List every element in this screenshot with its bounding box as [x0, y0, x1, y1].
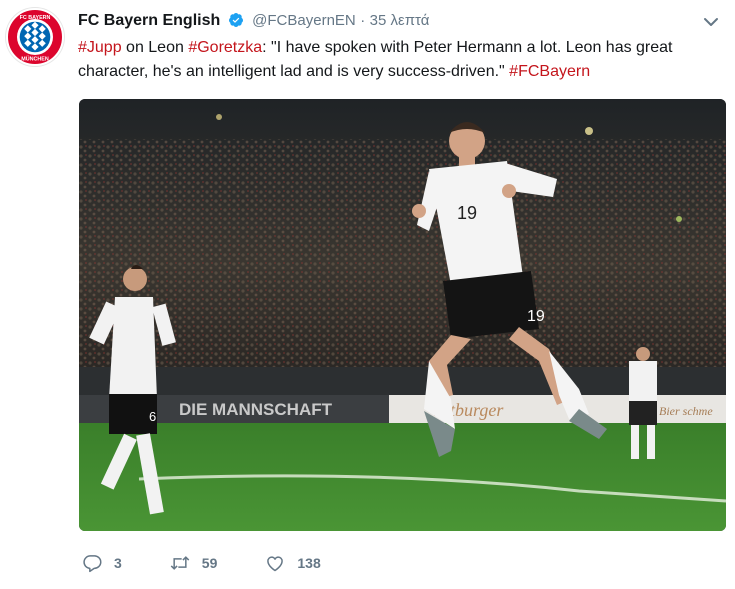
- retweet-icon: [170, 556, 190, 570]
- tweet-actions: 3 59 138: [82, 550, 365, 576]
- separator-dot: ·: [360, 12, 366, 29]
- author-name[interactable]: FC Bayern English: [78, 12, 220, 29]
- svg-text:FC BAYERN: FC BAYERN: [20, 15, 51, 21]
- heart-icon: [267, 556, 284, 572]
- tweet-photo[interactable]: DIE MANNSCHAFT Bitburger Bier schme 6 19…: [79, 99, 726, 531]
- tweet-header: FC Bayern English @FCBayernEN · 35 λεπτά: [78, 10, 718, 32]
- hashtag-link[interactable]: #Goretzka: [188, 39, 262, 56]
- chevron-down-icon[interactable]: [703, 14, 719, 30]
- retweet-count: 59: [201, 555, 218, 571]
- like-button[interactable]: 138: [265, 553, 321, 573]
- tweet-timestamp[interactable]: 35 λεπτά: [370, 12, 430, 29]
- tweet-text: #Jupp on Leon #Goretzka: "I have spoken …: [78, 36, 718, 84]
- avatar[interactable]: FC BAYERN MÜNCHEN: [6, 8, 64, 66]
- hashtag-link[interactable]: #FCBayern: [509, 63, 590, 80]
- player-left-number: 6: [149, 409, 156, 424]
- tweet-text-segment: on Leon: [121, 39, 189, 56]
- banner-far-right-text: Bier schme: [659, 404, 713, 418]
- banner-left-text: DIE MANNSCHAFT: [179, 400, 333, 419]
- football-celebration-photo: DIE MANNSCHAFT Bitburger Bier schme 6 19…: [79, 99, 726, 531]
- svg-text:MÜNCHEN: MÜNCHEN: [21, 55, 49, 62]
- player-main-shorts-number: 19: [527, 308, 545, 325]
- reply-count: 3: [114, 555, 122, 571]
- verified-badge-icon: [228, 13, 243, 27]
- reply-icon: [83, 555, 102, 573]
- hashtag-link[interactable]: #Jupp: [78, 39, 122, 56]
- author-handle[interactable]: @FCBayernEN: [252, 12, 356, 29]
- reply-button[interactable]: 3: [82, 553, 122, 573]
- fc-bayern-logo-icon: FC BAYERN MÜNCHEN: [8, 10, 62, 64]
- like-count: 138: [297, 555, 321, 571]
- player-main-shirt-number: 19: [457, 203, 477, 223]
- retweet-button[interactable]: 59: [170, 553, 218, 573]
